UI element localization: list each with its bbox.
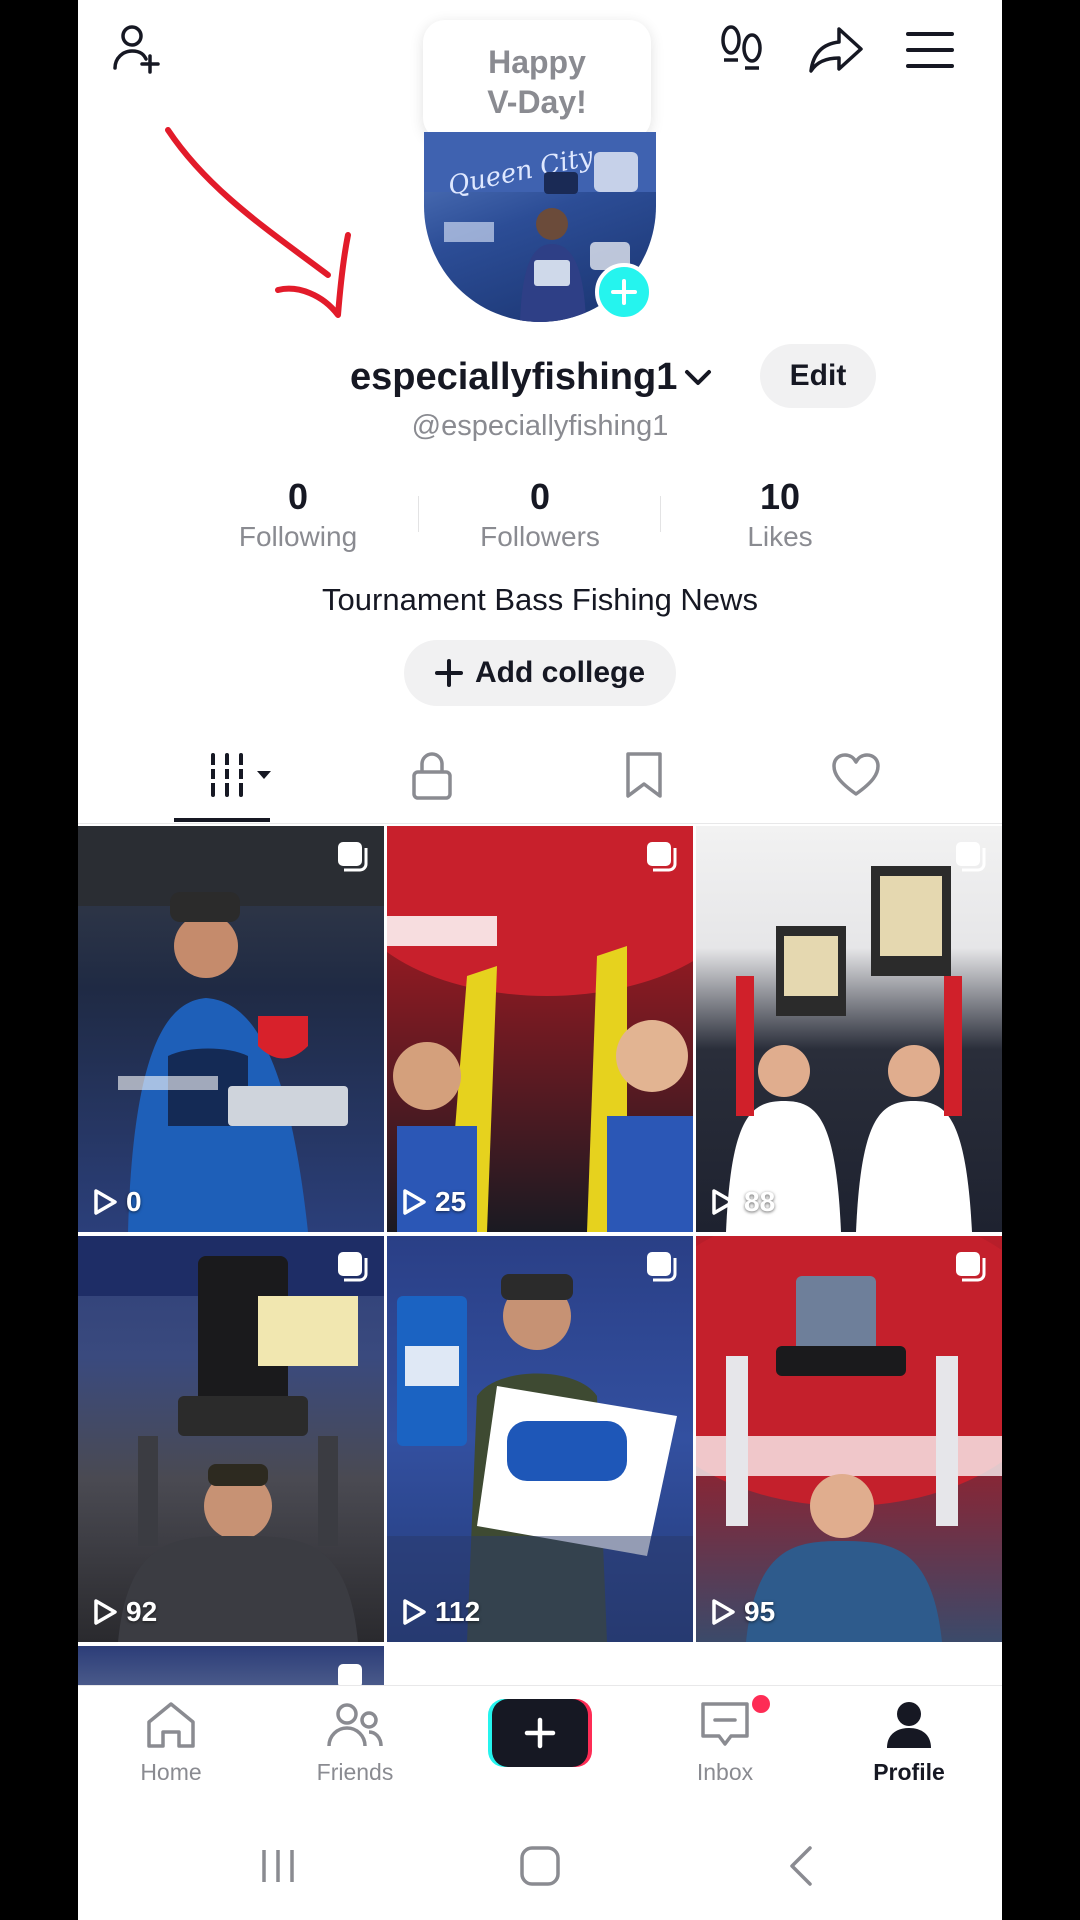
video-tile[interactable]: 88: [696, 826, 1002, 1232]
home-system-icon[interactable]: [510, 1838, 570, 1894]
likes-count: 10: [759, 476, 801, 517]
chevron-down-icon: [685, 370, 712, 385]
stat-divider: [660, 496, 661, 532]
account-switcher[interactable]: especiallyfishing1: [350, 352, 715, 402]
multi-photo-icon: [336, 1662, 370, 1686]
multi-photo-icon: [336, 1250, 370, 1289]
plus-icon: [611, 279, 637, 305]
friends-icon: [327, 1703, 383, 1747]
video-tile[interactable]: 95: [696, 1236, 1002, 1642]
nav-profile-label: Profile: [873, 1759, 945, 1785]
footprints-icon[interactable]: [714, 20, 770, 80]
back-icon[interactable]: [772, 1838, 832, 1894]
username: @especiallyfishing1: [411, 410, 669, 442]
tabs-divider: [78, 823, 1002, 824]
nav-inbox[interactable]: Inbox: [650, 1700, 800, 1786]
view-count: 112: [401, 1596, 480, 1628]
following-label: Following: [238, 521, 358, 552]
video-tile[interactable]: 92: [78, 1236, 384, 1642]
display-name: especiallyfishing1: [350, 355, 678, 398]
multi-photo-icon: [954, 1250, 988, 1289]
bubble-line-2: V-Day!: [487, 84, 587, 120]
view-count: 92: [92, 1596, 157, 1628]
nav-profile[interactable]: Profile: [834, 1700, 984, 1786]
multi-photo-icon: [954, 840, 988, 879]
profile-icon: [887, 1702, 931, 1748]
heart-icon: [832, 753, 880, 796]
multi-photo-icon: [645, 1250, 679, 1289]
following-count: 0: [287, 476, 309, 517]
profile-screen: Happy V-Day! Queen City especiallyfishin…: [78, 0, 1002, 1920]
menu-icon[interactable]: [902, 22, 958, 78]
notification-dot: [752, 1695, 770, 1713]
followers-stat[interactable]: 0 Followers: [440, 476, 640, 554]
play-icon: [712, 1189, 735, 1215]
bookmark-icon: [626, 752, 662, 798]
lock-icon: [412, 752, 452, 800]
tab-private[interactable]: [402, 745, 462, 805]
plus-icon: [524, 1717, 556, 1749]
play-icon: [94, 1599, 117, 1625]
stat-divider: [418, 496, 419, 532]
play-icon: [403, 1599, 426, 1625]
nav-friends[interactable]: Friends: [280, 1700, 430, 1786]
active-tab-indicator: [174, 818, 270, 822]
add-college-button[interactable]: Add college: [404, 640, 676, 706]
view-count: 88: [710, 1186, 775, 1218]
home-icon: [147, 1702, 195, 1748]
add-avatar-button[interactable]: [595, 263, 653, 321]
video-tile[interactable]: [78, 1646, 384, 1686]
video-tile[interactable]: 0: [78, 826, 384, 1232]
view-count: 95: [710, 1596, 775, 1628]
multi-photo-icon: [645, 840, 679, 879]
tab-liked[interactable]: [826, 745, 886, 805]
video-tile[interactable]: 25: [387, 826, 693, 1232]
holiday-bubble: Happy V-Day!: [423, 20, 651, 140]
followers-label: Followers: [480, 521, 600, 552]
videos-grid-icon: [207, 753, 271, 797]
likes-label: Likes: [747, 521, 813, 552]
nav-friends-label: Friends: [316, 1759, 394, 1785]
edit-profile-button[interactable]: Edit: [760, 344, 876, 408]
video-tile[interactable]: 112: [387, 1236, 693, 1642]
nav-home-label: Home: [140, 1759, 202, 1785]
view-count: 25: [401, 1186, 466, 1218]
bio: Tournament Bass Fishing News: [322, 582, 758, 617]
play-icon: [712, 1599, 735, 1625]
add-friend-icon[interactable]: [108, 18, 168, 78]
add-college-label: Add college: [474, 656, 646, 689]
nav-inbox-label: Inbox: [696, 1759, 754, 1785]
share-icon[interactable]: [806, 20, 866, 80]
likes-stat[interactable]: 10 Likes: [680, 476, 880, 554]
tab-saved[interactable]: [614, 745, 674, 805]
multi-photo-icon: [336, 840, 370, 879]
nav-home[interactable]: Home: [96, 1700, 246, 1786]
play-icon: [403, 1189, 426, 1215]
create-button[interactable]: [488, 1699, 592, 1767]
following-stat[interactable]: 0 Following: [198, 476, 398, 554]
bubble-line-1: Happy: [488, 44, 586, 80]
view-count: 0: [92, 1186, 142, 1218]
plus-icon: [434, 659, 463, 687]
annotation-arrow: [165, 127, 351, 318]
play-icon: [94, 1189, 117, 1215]
inbox-icon: [701, 1702, 749, 1746]
tab-videos[interactable]: [184, 745, 304, 805]
recent-apps-icon[interactable]: [248, 1838, 308, 1894]
followers-count: 0: [529, 476, 551, 517]
